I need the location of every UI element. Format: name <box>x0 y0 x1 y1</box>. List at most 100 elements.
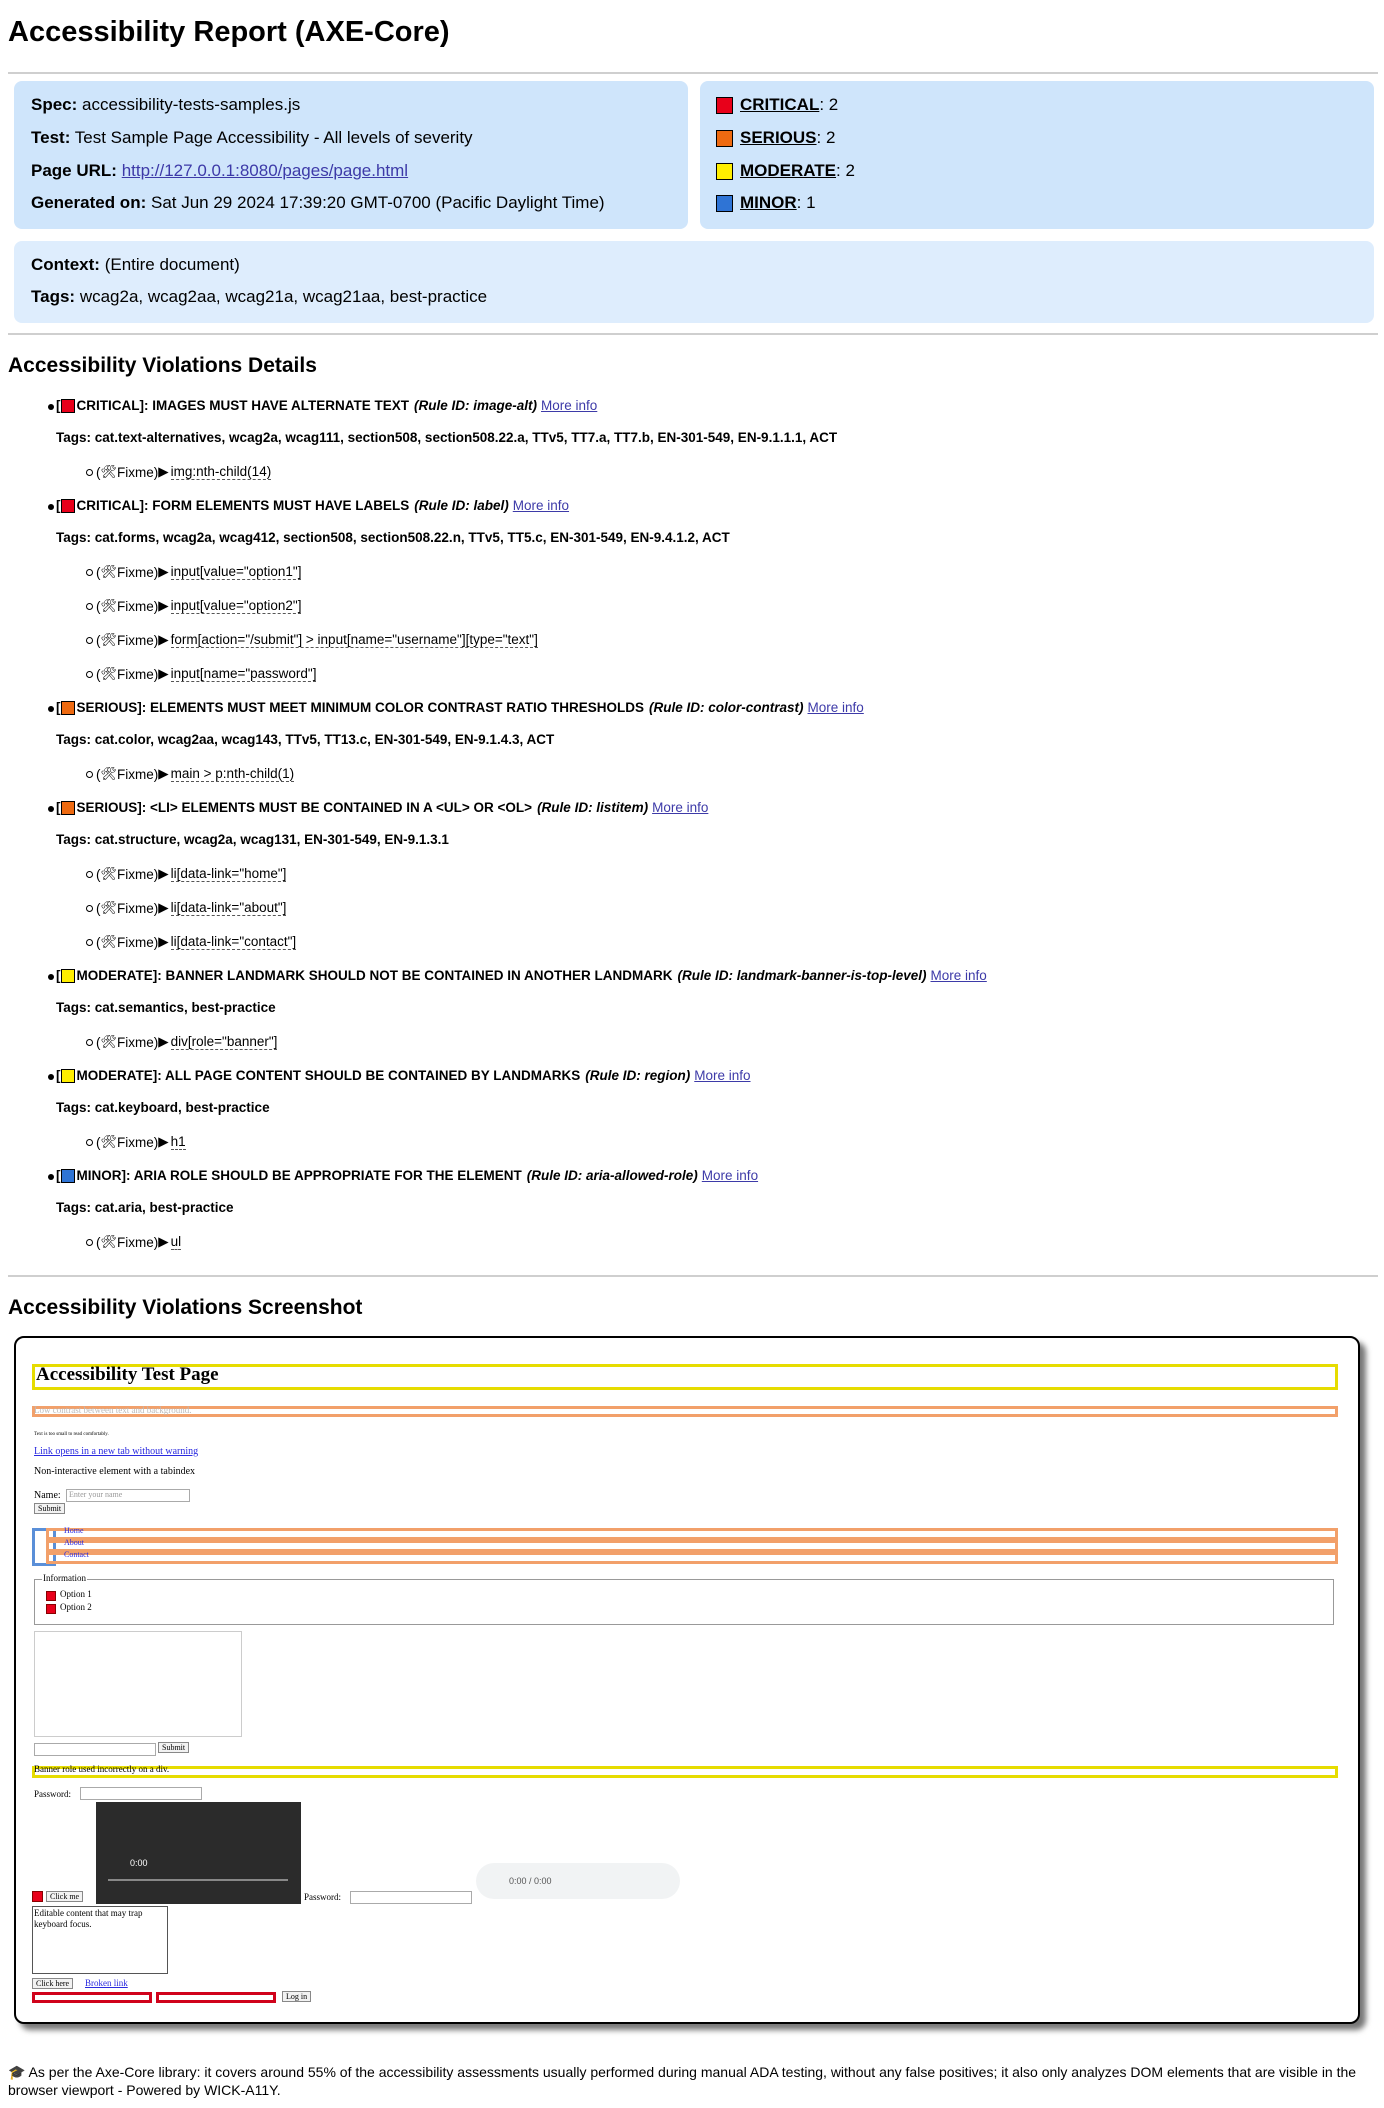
click-here-button[interactable]: Click here <box>32 1978 74 1989</box>
audio-player[interactable] <box>476 1863 680 1899</box>
more-info-link[interactable]: More info <box>541 398 597 413</box>
node-selector[interactable]: input[value="option1"] <box>170 564 302 580</box>
username-input[interactable] <box>34 1743 156 1756</box>
fixme-label: Fixme) <box>117 900 159 916</box>
nav-about[interactable]: About <box>64 1538 84 1547</box>
serious-swatch <box>716 129 733 147</box>
violation-node: (🛠 Fixme) ▶ div[role="banner"] <box>96 1034 278 1050</box>
node-selector[interactable]: li[data-link="home"] <box>170 866 287 882</box>
name-input[interactable]: Enter your name <box>66 1489 190 1502</box>
node-bullet <box>86 603 93 610</box>
play-triangle-icon: ▶ <box>158 564 169 579</box>
violation-node: (🛠 Fixme) ▶ h1 <box>96 1134 186 1150</box>
more-info-link[interactable]: More info <box>652 800 708 815</box>
new-tab-link[interactable]: Link opens in a new tab without warning <box>34 1446 198 1457</box>
node-selector[interactable]: li[data-link="about"] <box>170 900 287 916</box>
node-selector[interactable]: img:nth-child(14) <box>170 464 272 480</box>
nav-home[interactable]: Home <box>64 1526 84 1535</box>
violation-heading: [CRITICAL]: IMAGES MUST HAVE ALTERNATE T… <box>56 398 598 413</box>
node-bullet <box>86 905 93 912</box>
count-minor[interactable]: MINOR: 1 <box>716 193 816 213</box>
password-label-2: Password: <box>304 1892 342 1902</box>
contrast-highlight <box>32 1406 1338 1417</box>
fixme-label: Fixme) <box>117 1234 159 1250</box>
node-bullet <box>86 1039 93 1046</box>
count-moderate[interactable]: MODERATE: 2 <box>716 161 855 181</box>
violation-node: (🛠 Fixme) ▶ form[action="/submit"] > input[… <box>96 632 538 648</box>
violation-bullet <box>48 1174 54 1180</box>
click-me-button[interactable]: Click me <box>46 1891 84 1902</box>
test-page-title: Accessibility Test Page <box>36 1364 219 1385</box>
fixme-label: Fixme) <box>117 666 159 682</box>
violation-severity: CRITICAL <box>76 498 140 513</box>
wrench-icon: 🛠 <box>100 666 118 681</box>
submit-button[interactable]: Submit <box>34 1503 66 1514</box>
more-info-link[interactable]: More info <box>931 968 987 983</box>
password-input-2[interactable] <box>350 1891 472 1904</box>
nav-contact[interactable]: Contact <box>64 1550 89 1559</box>
page-url-link[interactable]: http://127.0.0.1:8080/pages/page.html <box>122 161 408 180</box>
more-info-link[interactable]: More info <box>702 1168 758 1183</box>
play-triangle-icon: ▶ <box>158 632 169 647</box>
node-selector[interactable]: main > p:nth-child(1) <box>170 766 295 782</box>
serious-swatch <box>60 700 75 715</box>
option2-checkbox[interactable] <box>46 1604 56 1614</box>
violation-bullet <box>48 1074 54 1080</box>
violation-bullet <box>48 504 54 510</box>
url-label: Page URL: <box>31 161 117 180</box>
violation-rule-id: (Rule ID: image-alt) <box>414 398 538 413</box>
violation-node: (🛠 Fixme) ▶ img:nth-child(14) <box>96 464 272 480</box>
fixme-label: Fixme) <box>117 564 159 580</box>
wrench-icon: 🛠 <box>100 1034 118 1049</box>
li-highlight-contact <box>46 1552 1338 1564</box>
node-bullet <box>86 939 93 946</box>
violation-heading: [MODERATE]: ALL PAGE CONTENT SHOULD BE C… <box>56 1068 751 1083</box>
play-triangle-icon: ▶ <box>158 866 169 881</box>
moderate-swatch <box>716 162 733 180</box>
textarea[interactable] <box>34 1631 242 1737</box>
node-selector[interactable]: form[action="/submit"] > input[name="use… <box>170 632 538 648</box>
fixme-label: Fixme) <box>117 1034 159 1050</box>
image-missing-alt <box>32 1891 43 1902</box>
fixme-label: Fixme) <box>117 866 159 882</box>
video-progress[interactable] <box>108 1879 288 1881</box>
violation-title: ]: <LI> ELEMENTS MUST BE CONTAINED IN A … <box>137 800 533 815</box>
more-info-link[interactable]: More info <box>513 498 569 513</box>
report-title: Accessibility Report (AXE-Core) <box>8 16 450 48</box>
broken-link[interactable]: Broken link <box>85 1978 128 1988</box>
violation-heading: [SERIOUS]: ELEMENTS MUST MEET MINIMUM CO… <box>56 700 864 715</box>
violation-bullet <box>48 706 54 712</box>
banner-highlight <box>32 1766 1338 1778</box>
divider <box>8 333 1378 335</box>
editable-content[interactable]: Editable content that may trap keyboard … <box>32 1906 168 1974</box>
divider <box>8 1275 1378 1277</box>
login-button[interactable]: Log in <box>282 1991 312 2002</box>
count-serious[interactable]: SERIOUS: 2 <box>716 128 835 148</box>
violation-severity: SERIOUS <box>76 700 138 715</box>
option1-checkbox[interactable] <box>46 1591 56 1601</box>
fixme-label: Fixme) <box>117 1134 159 1150</box>
violation-node: (🛠 Fixme) ▶ input[value="option1"] <box>96 564 302 580</box>
fixme-label: Fixme) <box>117 632 159 648</box>
video-time: 0:00 <box>130 1858 148 1868</box>
input-highlight-2 <box>156 1992 276 2003</box>
violation-tags: Tags: cat.structure, wcag2a, wcag131, EN… <box>56 832 449 847</box>
node-selector[interactable]: div[role="banner"] <box>170 1034 278 1050</box>
node-selector[interactable]: li[data-link="contact"] <box>170 934 297 950</box>
moderate-swatch <box>60 968 75 983</box>
password-input[interactable] <box>80 1787 202 1800</box>
node-bullet <box>86 871 93 878</box>
node-selector[interactable]: ul <box>170 1234 182 1250</box>
password-label: Password: <box>34 1789 72 1799</box>
wrench-icon: 🛠 <box>100 866 118 881</box>
more-info-link[interactable]: More info <box>694 1068 750 1083</box>
wrench-icon: 🛠 <box>100 1234 118 1249</box>
more-info-link[interactable]: More info <box>808 700 864 715</box>
node-selector[interactable]: h1 <box>170 1134 186 1150</box>
video-player[interactable] <box>96 1802 301 1904</box>
node-selector[interactable]: input[value="option2"] <box>170 598 302 614</box>
count-critical[interactable]: CRITICAL: 2 <box>716 95 838 115</box>
play-triangle-icon: ▶ <box>158 766 169 781</box>
submit-button-2[interactable]: Submit <box>158 1742 190 1753</box>
node-selector[interactable]: input[name="password"] <box>170 666 317 682</box>
